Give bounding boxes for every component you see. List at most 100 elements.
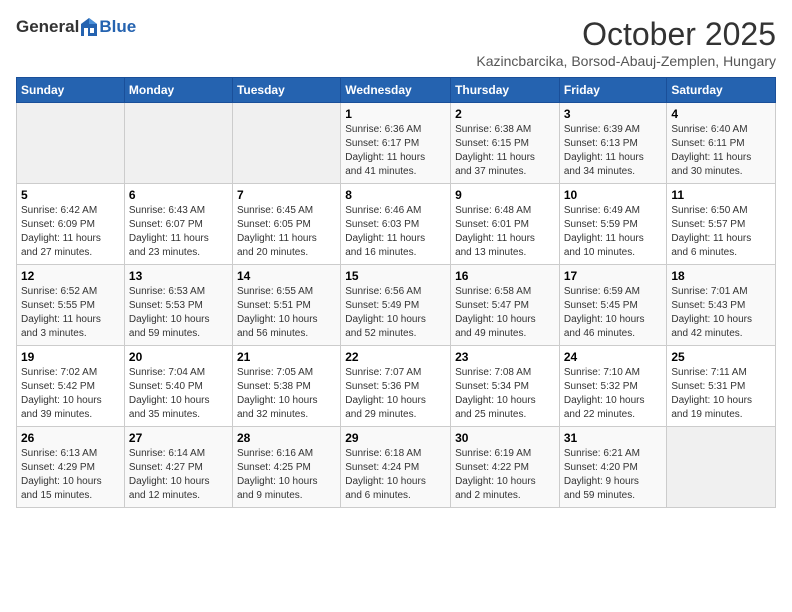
day-cell: 5 Sunrise: 6:42 AM Sunset: 6:09 PM Daylig…: [17, 184, 125, 265]
day-number: 11: [671, 188, 771, 202]
day-number: 21: [237, 350, 336, 364]
day-cell: 11 Sunrise: 6:50 AM Sunset: 5:57 PM Dayli…: [667, 184, 776, 265]
day-info: Sunrise: 6:40 AM Sunset: 6:11 PM Dayligh…: [671, 123, 771, 179]
day-cell: [17, 103, 125, 184]
day-cell: 16 Sunrise: 6:58 AM Sunset: 5:47 PM Dayli…: [451, 265, 560, 346]
day-info: Sunrise: 6:19 AM Sunset: 4:22 PM Dayligh…: [455, 447, 555, 503]
month-title: October 2025: [476, 16, 776, 53]
week-row-3: 19 Sunrise: 7:02 AM Sunset: 5:42 PM Dayli…: [17, 346, 776, 427]
day-cell: 2 Sunrise: 6:38 AM Sunset: 6:15 PM Daylig…: [451, 103, 560, 184]
weekday-monday: Monday: [124, 78, 232, 103]
day-number: 28: [237, 431, 336, 445]
day-number: 20: [129, 350, 228, 364]
day-cell: [667, 427, 776, 508]
day-number: 7: [237, 188, 336, 202]
day-info: Sunrise: 6:18 AM Sunset: 4:24 PM Dayligh…: [345, 447, 446, 503]
weekday-friday: Friday: [559, 78, 667, 103]
weekday-header-row: SundayMondayTuesdayWednesdayThursdayFrid…: [17, 78, 776, 103]
day-info: Sunrise: 7:10 AM Sunset: 5:32 PM Dayligh…: [564, 366, 663, 422]
day-cell: 28 Sunrise: 6:16 AM Sunset: 4:25 PM Dayli…: [232, 427, 340, 508]
day-number: 25: [671, 350, 771, 364]
day-cell: 12Sunrise: 6:52 AM Sunset: 5:55 PM Dayli…: [17, 265, 125, 346]
day-number: 5: [21, 188, 120, 202]
weekday-thursday: Thursday: [451, 78, 560, 103]
day-info: Sunrise: 6:56 AM Sunset: 5:49 PM Dayligh…: [345, 285, 446, 341]
day-info: Sunrise: 7:01 AM Sunset: 5:43 PM Dayligh…: [671, 285, 771, 341]
day-cell: 25 Sunrise: 7:11 AM Sunset: 5:31 PM Dayli…: [667, 346, 776, 427]
day-number: 23: [455, 350, 555, 364]
day-info: Sunrise: 7:05 AM Sunset: 5:38 PM Dayligh…: [237, 366, 336, 422]
day-cell: [232, 103, 340, 184]
day-number: 24: [564, 350, 663, 364]
day-cell: 10Sunrise: 6:49 AM Sunset: 5:59 PM Dayli…: [559, 184, 667, 265]
day-info: Sunrise: 6:52 AM Sunset: 5:55 PM Dayligh…: [21, 285, 120, 341]
day-cell: 4Sunrise: 6:40 AM Sunset: 6:11 PM Daylig…: [667, 103, 776, 184]
day-info: Sunrise: 6:45 AM Sunset: 6:05 PM Dayligh…: [237, 204, 336, 260]
day-cell: 22Sunrise: 7:07 AM Sunset: 5:36 PM Dayli…: [341, 346, 451, 427]
weekday-tuesday: Tuesday: [232, 78, 340, 103]
day-info: Sunrise: 6:36 AM Sunset: 6:17 PM Dayligh…: [345, 123, 446, 179]
calendar-table: SundayMondayTuesdayWednesdayThursdayFrid…: [16, 77, 776, 508]
logo-general: General: [16, 17, 79, 37]
day-number: 6: [129, 188, 228, 202]
week-row-2: 12Sunrise: 6:52 AM Sunset: 5:55 PM Dayli…: [17, 265, 776, 346]
day-number: 16: [455, 269, 555, 283]
logo: General Blue: [16, 16, 136, 38]
week-row-1: 5 Sunrise: 6:42 AM Sunset: 6:09 PM Daylig…: [17, 184, 776, 265]
logo-blue: Blue: [99, 17, 136, 37]
day-number: 27: [129, 431, 228, 445]
day-number: 1: [345, 107, 446, 121]
day-info: Sunrise: 6:42 AM Sunset: 6:09 PM Dayligh…: [21, 204, 120, 260]
calendar-body: 1 Sunrise: 6:36 AM Sunset: 6:17 PM Daylig…: [17, 103, 776, 508]
day-cell: 18 Sunrise: 7:01 AM Sunset: 5:43 PM Dayli…: [667, 265, 776, 346]
day-info: Sunrise: 7:04 AM Sunset: 5:40 PM Dayligh…: [129, 366, 228, 422]
day-cell: 31 Sunrise: 6:21 AM Sunset: 4:20 PM Dayli…: [559, 427, 667, 508]
day-cell: 9Sunrise: 6:48 AM Sunset: 6:01 PM Daylig…: [451, 184, 560, 265]
day-cell: [124, 103, 232, 184]
day-info: Sunrise: 6:13 AM Sunset: 4:29 PM Dayligh…: [21, 447, 120, 503]
day-info: Sunrise: 6:46 AM Sunset: 6:03 PM Dayligh…: [345, 204, 446, 260]
day-number: 3: [564, 107, 663, 121]
day-cell: 27 Sunrise: 6:14 AM Sunset: 4:27 PM Dayli…: [124, 427, 232, 508]
day-cell: 24 Sunrise: 7:10 AM Sunset: 5:32 PM Dayli…: [559, 346, 667, 427]
day-cell: 17Sunrise: 6:59 AM Sunset: 5:45 PM Dayli…: [559, 265, 667, 346]
day-cell: 23 Sunrise: 7:08 AM Sunset: 5:34 PM Dayli…: [451, 346, 560, 427]
day-number: 22: [345, 350, 446, 364]
day-number: 14: [237, 269, 336, 283]
day-info: Sunrise: 6:50 AM Sunset: 5:57 PM Dayligh…: [671, 204, 771, 260]
day-cell: 7 Sunrise: 6:45 AM Sunset: 6:05 PM Daylig…: [232, 184, 340, 265]
day-cell: 3 Sunrise: 6:39 AM Sunset: 6:13 PM Daylig…: [559, 103, 667, 184]
day-number: 8: [345, 188, 446, 202]
day-info: Sunrise: 6:58 AM Sunset: 5:47 PM Dayligh…: [455, 285, 555, 341]
day-number: 31: [564, 431, 663, 445]
day-number: 26: [21, 431, 120, 445]
weekday-sunday: Sunday: [17, 78, 125, 103]
day-info: Sunrise: 6:14 AM Sunset: 4:27 PM Dayligh…: [129, 447, 228, 503]
day-number: 10: [564, 188, 663, 202]
day-number: 18: [671, 269, 771, 283]
day-info: Sunrise: 6:39 AM Sunset: 6:13 PM Dayligh…: [564, 123, 663, 179]
day-info: Sunrise: 7:08 AM Sunset: 5:34 PM Dayligh…: [455, 366, 555, 422]
day-number: 29: [345, 431, 446, 445]
day-info: Sunrise: 7:11 AM Sunset: 5:31 PM Dayligh…: [671, 366, 771, 422]
week-row-4: 26 Sunrise: 6:13 AM Sunset: 4:29 PM Dayli…: [17, 427, 776, 508]
day-info: Sunrise: 6:21 AM Sunset: 4:20 PM Dayligh…: [564, 447, 663, 503]
day-cell: 15 Sunrise: 6:56 AM Sunset: 5:49 PM Dayli…: [341, 265, 451, 346]
day-info: Sunrise: 6:53 AM Sunset: 5:53 PM Dayligh…: [129, 285, 228, 341]
day-cell: 8 Sunrise: 6:46 AM Sunset: 6:03 PM Daylig…: [341, 184, 451, 265]
title-block: October 2025 Kazincbarcika, Borsod-Abauj…: [476, 16, 776, 69]
day-info: Sunrise: 6:38 AM Sunset: 6:15 PM Dayligh…: [455, 123, 555, 179]
day-info: Sunrise: 6:16 AM Sunset: 4:25 PM Dayligh…: [237, 447, 336, 503]
logo-icon: [80, 16, 98, 38]
day-info: Sunrise: 6:48 AM Sunset: 6:01 PM Dayligh…: [455, 204, 555, 260]
day-cell: 30Sunrise: 6:19 AM Sunset: 4:22 PM Dayli…: [451, 427, 560, 508]
day-number: 15: [345, 269, 446, 283]
day-info: Sunrise: 6:43 AM Sunset: 6:07 PM Dayligh…: [129, 204, 228, 260]
day-cell: 19 Sunrise: 7:02 AM Sunset: 5:42 PM Dayli…: [17, 346, 125, 427]
day-number: 19: [21, 350, 120, 364]
weekday-saturday: Saturday: [667, 78, 776, 103]
day-number: 13: [129, 269, 228, 283]
day-number: 2: [455, 107, 555, 121]
day-cell: 13 Sunrise: 6:53 AM Sunset: 5:53 PM Dayli…: [124, 265, 232, 346]
day-info: Sunrise: 7:02 AM Sunset: 5:42 PM Dayligh…: [21, 366, 120, 422]
